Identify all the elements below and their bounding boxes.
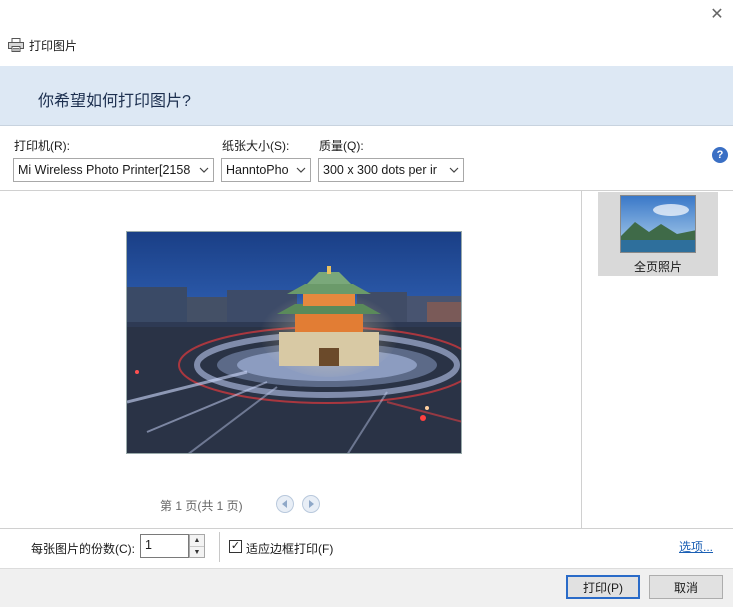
options-link[interactable]: 选项...	[679, 538, 713, 555]
close-button[interactable]: ✕	[706, 4, 728, 24]
checkmark-icon: ✓	[230, 540, 241, 552]
chevron-down-icon	[296, 167, 306, 173]
page-indicator: 第 1 页(共 1 页)	[160, 499, 243, 513]
paper-size-select[interactable]: HanntoPho	[221, 158, 311, 182]
divider	[219, 532, 220, 562]
quality-select-value: 300 x 300 dots per ir	[323, 163, 437, 177]
paper-size-select-value: HanntoPho	[226, 163, 289, 177]
copies-stepper[interactable]: ▲ ▼	[189, 534, 205, 558]
window-title-text: 打印图片	[29, 38, 78, 53]
window-title: 打印图片	[8, 36, 77, 54]
header-question: 你希望如何打印图片?	[38, 93, 191, 110]
header-band: 你希望如何打印图片?	[0, 66, 733, 126]
photo-preview	[126, 231, 462, 454]
close-icon: ✕	[710, 6, 724, 23]
arrow-down-icon: ▼	[193, 548, 201, 556]
chevron-left-icon	[282, 500, 287, 508]
bell-tower-night-photo	[127, 232, 461, 453]
quality-label: 质量(Q):	[319, 139, 364, 153]
arrow-up-icon: ▲	[193, 537, 201, 544]
printer-select-value: Mi Wireless Photo Printer[2158	[18, 163, 191, 177]
paper-size-label: 纸张大小(S):	[222, 139, 290, 153]
quality-select[interactable]: 300 x 300 dots per ir	[318, 158, 464, 182]
printer-select[interactable]: Mi Wireless Photo Printer[2158	[13, 158, 214, 182]
chevron-down-icon	[449, 167, 459, 173]
chevron-right-icon	[309, 500, 314, 508]
layout-option-label: 全页照片	[633, 260, 682, 274]
printer-label: 打印机(R):	[14, 139, 70, 153]
printer-icon	[8, 38, 24, 52]
print-button[interactable]: 打印(P)	[566, 575, 640, 599]
next-page-button[interactable]	[302, 495, 320, 513]
copies-input[interactable]: 1	[140, 534, 189, 558]
stepper-up-button[interactable]: ▲	[190, 535, 204, 546]
fit-frame-checkbox[interactable]: ✓	[229, 540, 242, 553]
copies-label: 每张图片的份数(C):	[31, 542, 135, 556]
help-button[interactable]: ?	[712, 147, 728, 163]
chevron-down-icon	[199, 167, 209, 173]
stepper-down-button[interactable]: ▼	[190, 546, 204, 557]
help-icon: ?	[716, 149, 724, 161]
prev-page-button[interactable]	[276, 495, 294, 513]
layout-thumbnail	[620, 195, 696, 253]
fit-frame-label: 适应边框打印(F)	[246, 542, 334, 556]
landscape-thumbnail-image	[621, 196, 695, 252]
cancel-button[interactable]: 取消	[649, 575, 723, 599]
